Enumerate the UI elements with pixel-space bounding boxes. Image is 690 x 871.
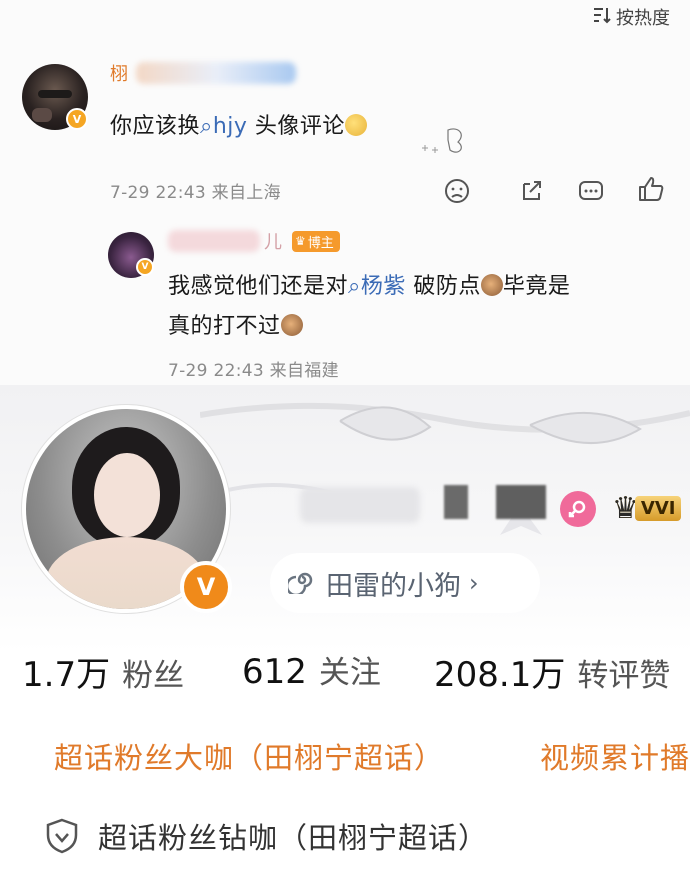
comment-text: 你应该换⌕hjy 头像评论 [110, 108, 367, 140]
search-icon: ⌕ [348, 274, 361, 299]
supertopic-diamond-fan-tag[interactable]: 超话粉丝钻咖（田栩宁超话） [98, 815, 488, 857]
gender-female-icon [560, 491, 596, 527]
comment-section: 按热度 V 栩 你应该换⌕hjy 头像评论 7-29 22:43 来自上海 V … [0, 0, 690, 385]
stat-following[interactable]: 612 关注 [242, 647, 381, 692]
blogger-badge: ♛ 博主 [292, 230, 340, 252]
blurred-name [168, 230, 260, 252]
video-views-tag[interactable]: 视频累计播 [540, 735, 690, 777]
reply-text-line1: 我感觉他们还是对⌕杨紫 破防点 毕竟是 [168, 274, 571, 299]
replier-name[interactable]: 儿 ♛ 博主 [168, 228, 340, 254]
crown-icon: ♛ [295, 234, 306, 248]
topic-pill[interactable]: 田雷的小狗 › [270, 553, 540, 613]
share-icon[interactable] [516, 176, 546, 210]
butterfly-sticker-icon [418, 126, 470, 158]
like-icon[interactable] [636, 174, 666, 208]
blurred-name [136, 62, 296, 84]
comment-icon[interactable] [576, 176, 606, 210]
monkey-emoji-icon [280, 314, 303, 336]
vip-badge[interactable]: ♛ VVI [612, 489, 682, 527]
profile-name-blurred[interactable] [300, 481, 550, 529]
monkey-emoji-icon [480, 274, 503, 296]
spiral-icon [285, 566, 316, 601]
chevron-right-icon: › [469, 569, 479, 597]
search-tag-hjy[interactable]: ⌕hjy [200, 114, 247, 139]
commenter-name[interactable]: 栩 [110, 60, 296, 86]
sort-icon [592, 6, 612, 29]
emoji-icon [344, 114, 367, 136]
reply-meta: 7-29 22:43 来自福建 [168, 361, 339, 381]
sort-by-hot-button[interactable]: 按热度 [592, 4, 670, 30]
profile-card: V ♛ VVI 田雷的小狗 › 1.7万 粉丝 612 关注 208.1万 转评赞 超… [0, 385, 690, 871]
dislike-face-icon[interactable] [442, 176, 472, 210]
verified-badge-icon: V [180, 561, 232, 613]
stat-fans[interactable]: 1.7万 粉丝 [22, 647, 184, 696]
search-tag-yangzi[interactable]: ⌕杨紫 [348, 274, 406, 299]
search-icon: ⌕ [200, 114, 213, 139]
comment-meta: 7-29 22:43 来自上海 [110, 183, 281, 203]
stat-reposts-likes[interactable]: 208.1万 转评赞 [434, 647, 670, 696]
reply-text-line2: 真的打不过 [168, 308, 303, 340]
verified-badge-icon: V [66, 108, 88, 130]
verified-badge-icon: V [136, 258, 154, 276]
shield-icon [44, 817, 80, 859]
supertopic-fan-tag[interactable]: 超话粉丝大咖（田栩宁超话） [54, 735, 444, 777]
sort-label: 按热度 [616, 8, 670, 29]
